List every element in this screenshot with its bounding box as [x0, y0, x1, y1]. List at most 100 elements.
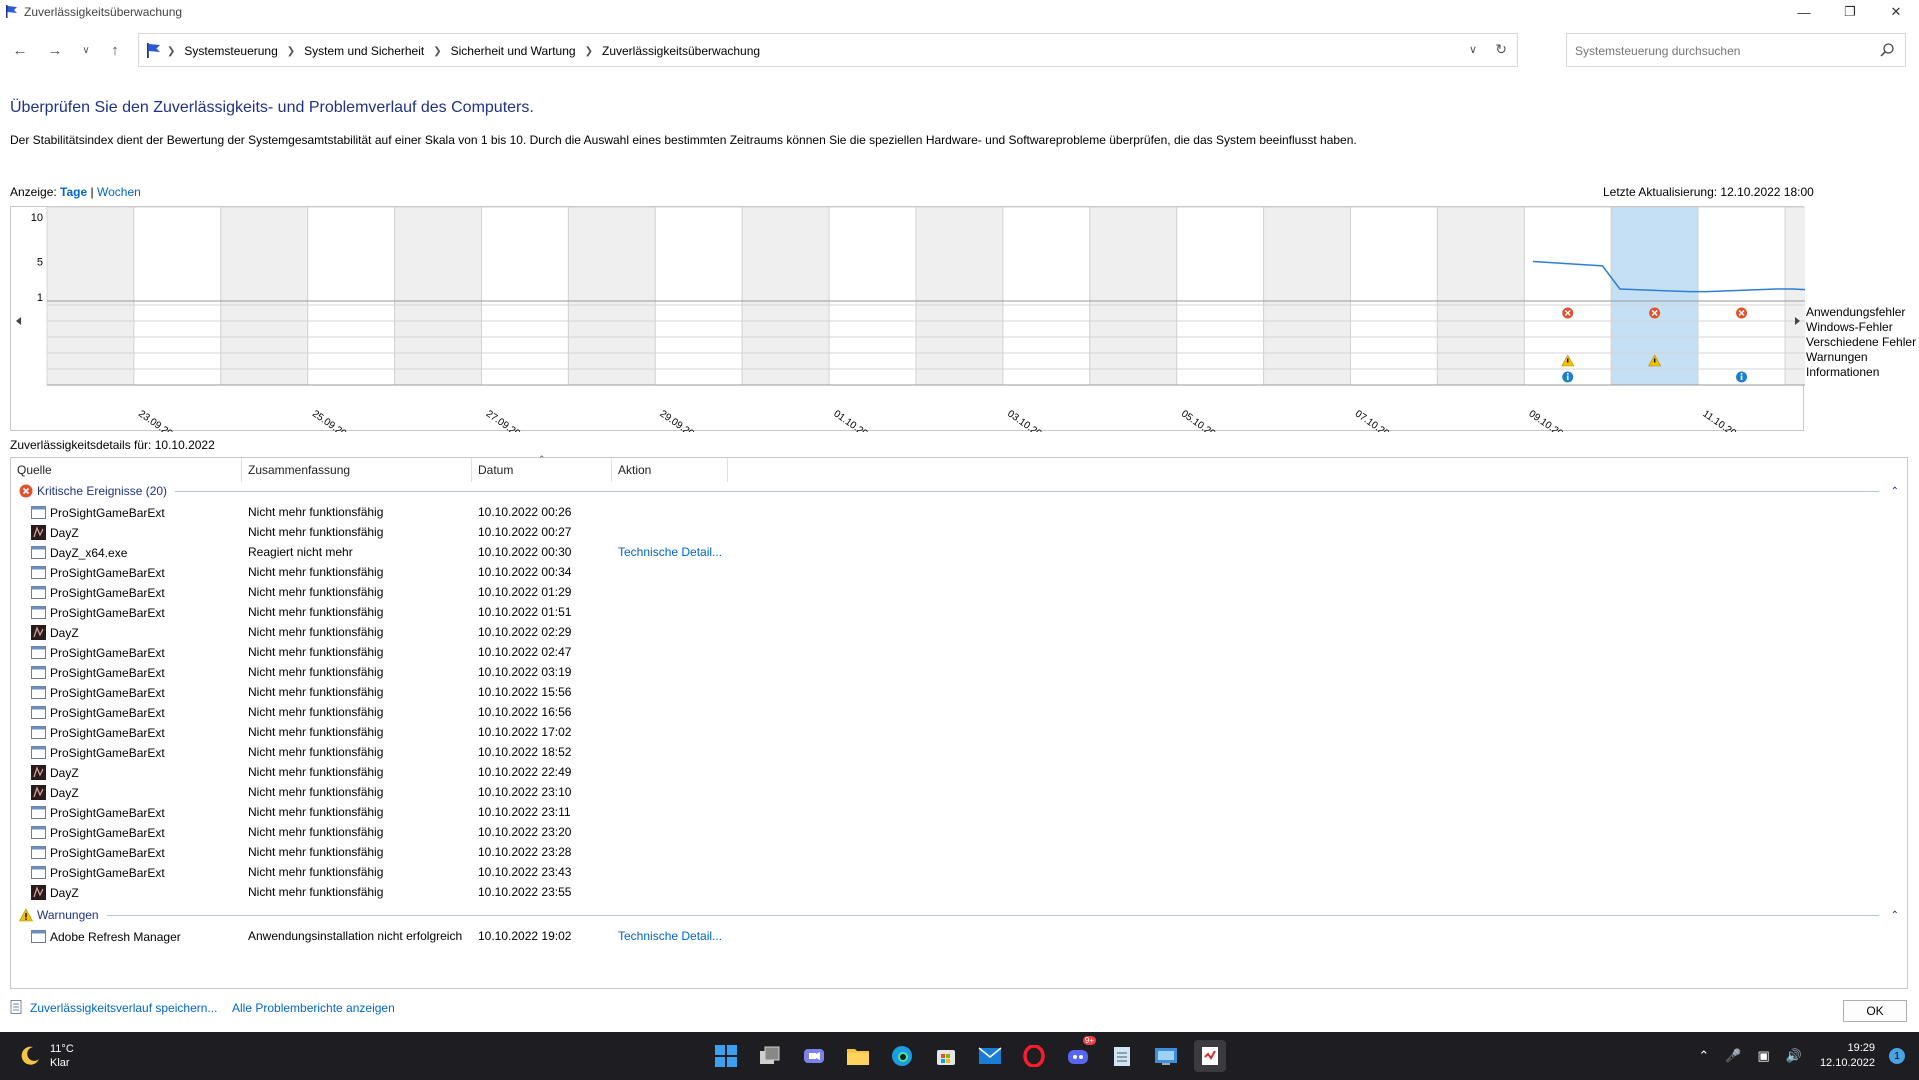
- table-row[interactable]: ProSightGameBarExt Nicht mehr funktionsfä…: [11, 842, 1907, 862]
- table-row[interactable]: ProSightGameBarExt Nicht mehr funktionsfä…: [11, 682, 1907, 702]
- table-row[interactable]: ProSightGameBarExt Nicht mehr funktionsfä…: [11, 742, 1907, 762]
- chart-day-column[interactable]: [1263, 207, 1351, 386]
- table-row[interactable]: ProSightGameBarExt Nicht mehr funktionsfä…: [11, 802, 1907, 822]
- volume-icon[interactable]: 🔊: [1786, 1048, 1802, 1064]
- footer: Zuverlässigkeitsverlauf speichern... All…: [0, 993, 1919, 1021]
- start-icon[interactable]: [710, 1040, 742, 1072]
- table-row[interactable]: DayZ Nicht mehr funktionsfähig 10.10.2022 …: [11, 882, 1907, 902]
- group-header[interactable]: Kritische Ereignisse (20) ⌃: [19, 482, 1899, 500]
- discord-icon[interactable]: 9+: [1062, 1036, 1096, 1072]
- chart-day-column[interactable]: [1697, 207, 1786, 386]
- row-source-label: ProSightGameBarExt: [50, 805, 165, 820]
- chart-day-column[interactable]: [1784, 207, 1805, 386]
- table-row[interactable]: ProSightGameBarExt Nicht mehr funktionsfä…: [11, 582, 1907, 602]
- stability-chart[interactable]: 10 5 1 23.09.2022 25.09.2022 27.09.2022 29.09.…: [10, 206, 1805, 432]
- chart-day-column[interactable]: [307, 207, 396, 386]
- column-header-summary[interactable]: Zusammenfassung: [242, 458, 472, 482]
- chart-day-column[interactable]: [481, 207, 569, 386]
- network-icon[interactable]: ▣: [1757, 1048, 1769, 1064]
- minimize-button[interactable]: —: [1781, 0, 1827, 24]
- refresh-icon[interactable]: ↻: [1495, 41, 1507, 58]
- sort-arrow-icon: ⌃: [538, 454, 546, 464]
- table-row[interactable]: ProSightGameBarExt Nicht mehr funktionsfä…: [11, 702, 1907, 722]
- table-row[interactable]: DayZ Nicht mehr funktionsfähig 10.10.2022 …: [11, 622, 1907, 642]
- view-days-link[interactable]: Tage: [60, 185, 87, 199]
- breadcrumb-separator-icon[interactable]: ❯: [433, 46, 441, 57]
- stability-chart-canvas[interactable]: 10 5 1 23.09.2022 25.09.2022 27.09.2022 29.09.…: [11, 207, 1805, 432]
- save-history-link[interactable]: Zuverlässigkeitsverlauf speichern...: [30, 1001, 217, 1015]
- technical-details-link[interactable]: Technische Detail...: [618, 545, 722, 559]
- table-row[interactable]: ProSightGameBarExt Nicht mehr funktionsfä…: [11, 822, 1907, 842]
- group-header[interactable]: Warnungen ⌃: [19, 906, 1899, 924]
- table-row[interactable]: Adobe Refresh Manager Anwendungsinstallat…: [11, 926, 1907, 946]
- table-row[interactable]: ProSightGameBarExt Nicht mehr funktionsfä…: [11, 602, 1907, 622]
- table-row[interactable]: DayZ_x64.exe Reagiert nicht mehr 10.10.202…: [11, 542, 1907, 562]
- search-input[interactable]: [1575, 42, 1865, 60]
- chart-day-column[interactable]: [567, 207, 656, 386]
- task-view-icon[interactable]: [754, 1040, 786, 1072]
- microphone-icon[interactable]: 🎤: [1725, 1048, 1741, 1064]
- breadcrumb-item-zuverlaessigkeit[interactable]: Zuverlässigkeitsüberwachung: [602, 44, 760, 58]
- breadcrumb-item-systemsteuerung[interactable]: Systemsteuerung: [184, 44, 277, 58]
- mail-icon[interactable]: [974, 1040, 1006, 1072]
- chart-day-column[interactable]: [133, 207, 222, 386]
- chart-day-column[interactable]: [46, 207, 135, 386]
- back-arrow-icon[interactable]: ←: [9, 39, 31, 61]
- collapse-chevron-icon[interactable]: ⌃: [1885, 910, 1899, 921]
- teams-chat-icon[interactable]: [798, 1040, 830, 1072]
- breadcrumb-separator-icon[interactable]: ❯: [585, 46, 593, 57]
- search-box[interactable]: [1566, 33, 1906, 67]
- chart-day-column[interactable]: [394, 207, 483, 386]
- chart-day-column[interactable]: [1350, 207, 1438, 386]
- chart-day-column[interactable]: [828, 207, 917, 386]
- breadcrumb-separator-icon[interactable]: ❯: [287, 46, 295, 57]
- chart-day-column[interactable]: [1176, 207, 1265, 386]
- store-icon[interactable]: [930, 1040, 962, 1072]
- table-row[interactable]: ProSightGameBarExt Nicht mehr funktionsfä…: [11, 502, 1907, 522]
- maximize-button[interactable]: ❐: [1827, 0, 1873, 24]
- all-reports-link[interactable]: Alle Problemberichte anzeigen: [232, 1001, 395, 1015]
- technical-details-link[interactable]: Technische Detail...: [618, 929, 722, 943]
- collapse-chevron-icon[interactable]: ⌃: [1885, 486, 1899, 497]
- opera-browser-icon[interactable]: [1018, 1040, 1050, 1072]
- breadcrumb-item-system-und-sicherheit[interactable]: System und Sicherheit: [304, 44, 424, 58]
- column-header-source[interactable]: Quelle: [11, 458, 242, 482]
- view-weeks-link[interactable]: Wochen: [97, 185, 141, 199]
- address-dropdown-icon[interactable]: ∨: [1469, 43, 1477, 56]
- chart-day-column[interactable]: [220, 207, 309, 386]
- address-bar[interactable]: ❯ Systemsteuerung ❯ System und Sicherhei…: [138, 33, 1518, 67]
- reliability-monitor-icon[interactable]: [1194, 1040, 1226, 1072]
- chart-day-column[interactable]: [1436, 207, 1525, 386]
- close-button[interactable]: ✕: [1873, 0, 1919, 24]
- edge-browser-icon[interactable]: [886, 1040, 918, 1072]
- weather-widget[interactable]: 11°C Klar: [18, 1042, 74, 1070]
- notepad-icon[interactable]: [1106, 1040, 1138, 1072]
- scroll-left-icon[interactable]: [16, 317, 21, 325]
- table-row[interactable]: DayZ Nicht mehr funktionsfähig 10.10.2022 …: [11, 522, 1907, 542]
- up-arrow-icon[interactable]: ↑: [104, 39, 126, 61]
- table-row[interactable]: DayZ Nicht mehr funktionsfähig 10.10.2022 …: [11, 782, 1907, 802]
- chart-day-column[interactable]: [741, 207, 830, 386]
- table-row[interactable]: ProSightGameBarExt Nicht mehr funktionsfä…: [11, 562, 1907, 582]
- clock[interactable]: 19:29 12.10.2022: [1820, 1041, 1875, 1071]
- forward-arrow-icon[interactable]: →: [44, 39, 66, 61]
- chart-day-column[interactable]: [915, 207, 1004, 386]
- row-source: ProSightGameBarExt: [31, 565, 165, 580]
- search-icon[interactable]: [1879, 42, 1895, 58]
- column-header-action[interactable]: Aktion: [612, 458, 728, 482]
- table-row[interactable]: ProSightGameBarExt Nicht mehr funktionsfä…: [11, 862, 1907, 882]
- chart-day-column[interactable]: [654, 207, 743, 386]
- recent-locations-chevron-icon[interactable]: ∨: [75, 39, 97, 61]
- table-row[interactable]: ProSightGameBarExt Nicht mehr funktionsfä…: [11, 642, 1907, 662]
- chart-day-column[interactable]: [1089, 207, 1178, 386]
- table-row[interactable]: ProSightGameBarExt Nicht mehr funktionsfä…: [11, 722, 1907, 742]
- table-row[interactable]: ProSightGameBarExt Nicht mehr funktionsfä…: [11, 662, 1907, 682]
- chart-day-column[interactable]: [1002, 207, 1091, 386]
- notification-badge[interactable]: 1: [1889, 1048, 1905, 1064]
- control-panel-icon[interactable]: [1150, 1040, 1182, 1072]
- file-explorer-icon[interactable]: [842, 1040, 874, 1072]
- breadcrumb-item-sicherheit-und-wartung[interactable]: Sicherheit und Wartung: [451, 44, 576, 58]
- chevron-up-icon[interactable]: ⌃: [1698, 1048, 1709, 1064]
- table-row[interactable]: DayZ Nicht mehr funktionsfähig 10.10.2022 …: [11, 762, 1907, 782]
- ok-button[interactable]: OK: [1843, 1000, 1907, 1022]
